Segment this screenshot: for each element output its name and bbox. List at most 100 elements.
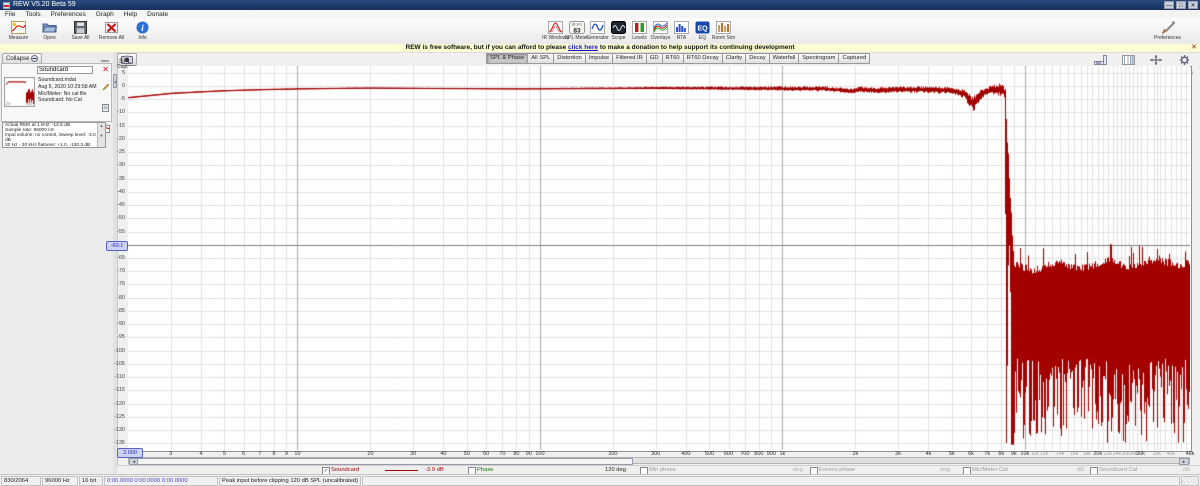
remove-all-icon xyxy=(104,20,119,34)
toolbar-button-ir-windows[interactable]: IR Windows xyxy=(545,18,566,43)
rew-window: REW V5.20 Beta 59 — □ ✕ FileToolsPrefere… xyxy=(0,0,1200,486)
status-cells: 830/206496000 Hz16 bit xyxy=(0,475,103,486)
titlebar: REW V5.20 Beta 59 — □ ✕ xyxy=(0,0,1200,10)
legend-label-min-phase[interactable]: Min phase xyxy=(649,467,676,473)
toolbar-button-generator[interactable]: Generator xyxy=(587,18,608,43)
tab-all-spl[interactable]: All SPL xyxy=(528,53,554,64)
toolbar-button-spl-meter[interactable]: dB SPL83SPL Meter xyxy=(566,18,587,43)
tab-clarity[interactable]: Clarity xyxy=(723,53,746,64)
resize-grip[interactable] xyxy=(1181,476,1199,486)
y-axis-tick: -70 xyxy=(101,268,125,274)
toolbar-left-group: MeasureOpen Save All Remove AlliInfo xyxy=(3,18,158,43)
measurement-name-input[interactable] xyxy=(37,66,93,74)
cursor-x-readout: 2.000 xyxy=(117,448,143,458)
y-axis-tick: -25 xyxy=(101,149,125,155)
scope-icon xyxy=(611,20,626,34)
status-cell-1: 96000 Hz xyxy=(42,476,78,486)
tab-spectrogram[interactable]: Spectrogram xyxy=(799,53,839,64)
tab-decay[interactable]: Decay xyxy=(746,53,769,64)
toolbar-button-scope[interactable]: Scope xyxy=(608,18,629,43)
banner-close-icon[interactable]: ✕ xyxy=(1191,44,1197,52)
legend-value-phase: 120 deg xyxy=(605,467,626,473)
toolbar-button-rta[interactable]: RTA xyxy=(671,18,692,43)
measurement-soundcard-cal: Soundcard: No Cal xyxy=(38,97,98,104)
y-axis-tick: -135 xyxy=(101,440,125,446)
y-axis-tick: 5 xyxy=(101,70,125,76)
tab-distortion[interactable]: Distortion xyxy=(554,53,585,64)
y-axis-tick: -115 xyxy=(101,387,125,393)
menu-item-donate[interactable]: Donate xyxy=(142,11,173,18)
menu-item-tools[interactable]: Tools xyxy=(20,11,45,18)
measurement-info-box: Actual RMS at 1 kHz: -12.5 dBSample rate… xyxy=(2,122,106,148)
toolbar-right-group: Preferences xyxy=(1152,18,1183,43)
measurement-mic-cal: Mic/Meter: No cal file xyxy=(38,91,98,98)
donate-link[interactable]: click here xyxy=(568,44,598,51)
toolbar-button-open[interactable]: Open xyxy=(34,18,65,43)
generator-icon xyxy=(590,20,605,34)
measurement-card[interactable]: ✕ Soundcard.mdat Aug 5, 2020 10:29:58 AM… xyxy=(1,63,112,122)
close-button[interactable]: ✕ xyxy=(1188,1,1198,9)
toolbar-button-label: Save All xyxy=(71,35,89,41)
scrollbar-thumb[interactable] xyxy=(137,458,633,465)
graph-h-scrollbar[interactable]: ◄ ► xyxy=(128,457,1190,464)
toolbar-button-label: Levels xyxy=(632,35,646,41)
y-axis-tick: -10 xyxy=(101,109,125,115)
tab-impulse[interactable]: Impulse xyxy=(586,53,613,64)
menu-item-file[interactable]: File xyxy=(0,11,20,18)
tab-waterfall[interactable]: Waterfall xyxy=(770,53,800,64)
toolbar-button-label: EQ xyxy=(699,35,706,41)
toolbar-button-info[interactable]: iInfo xyxy=(127,18,158,43)
measurement-details: Soundcard.mdat Aug 5, 2020 10:29:58 AM M… xyxy=(38,77,98,104)
window-buttons: — □ ✕ xyxy=(1164,1,1198,9)
info-line: 20 Hz - 20 kHz flatness: +1.0, -130.3 dB xyxy=(5,144,97,148)
status-cell-2: 16 bit xyxy=(79,476,103,486)
toolbar-button-save-all[interactable]: Save All xyxy=(65,18,96,43)
legend-value-mic-meter-cal: dB xyxy=(1077,467,1084,473)
menu-item-graph[interactable]: Graph xyxy=(91,11,119,18)
menu-item-preferences[interactable]: Preferences xyxy=(46,11,91,18)
y-axis-tick: -80 xyxy=(101,295,125,301)
status-cell-0: 830/2064 xyxy=(1,476,41,486)
tab-captured[interactable]: Captured xyxy=(839,53,870,64)
svg-text:EQ: EQ xyxy=(697,25,708,32)
toolbar-button-remove-all[interactable]: Remove All xyxy=(96,18,127,43)
y-axis-tick: -105 xyxy=(101,361,125,367)
scroll-right-icon[interactable]: ► xyxy=(1179,458,1189,465)
legend-label-soundcard-cal[interactable]: Soundcard Cal xyxy=(1099,467,1137,473)
measurement-info-lines: Actual RMS at 1 kHz: -12.5 dBSample rate… xyxy=(5,124,97,148)
tab-rt60-decay[interactable]: RT60 Decay xyxy=(684,53,723,64)
minimize-button[interactable]: — xyxy=(1164,1,1174,9)
status-timing: 0:00.0000 0:00.0000 0:00.0000 xyxy=(104,476,218,486)
tab-filtered-ir[interactable]: Filtered IR xyxy=(613,53,647,64)
legend-label-phase[interactable]: Phase xyxy=(477,467,493,473)
maximize-button[interactable]: □ xyxy=(1176,1,1186,9)
legend-label-soundcard[interactable]: Soundcard xyxy=(331,467,359,473)
measurement-thumbnail[interactable] xyxy=(4,77,35,107)
toolbar-button-eq[interactable]: EQ EQ xyxy=(692,18,713,43)
tab-spl-phase[interactable]: SPL & Phase xyxy=(486,53,528,64)
toolbar-button-room-sim[interactable]: Room Sim xyxy=(713,18,734,43)
legend-label-excess-phase[interactable]: Excess phase xyxy=(819,467,855,473)
toolbar-button-levels[interactable]: Levels xyxy=(629,18,650,43)
menu-item-help[interactable]: Help xyxy=(119,11,142,18)
toolbar-button-overlays[interactable]: Overlays xyxy=(650,18,671,43)
spl-chart-canvas[interactable] xyxy=(128,66,1190,450)
y-axis-tick: -35 xyxy=(101,176,125,182)
y-axis-tick: -20 xyxy=(101,136,125,142)
donation-banner-text-after: to make a donation to help support its c… xyxy=(598,44,794,51)
y-axis-tick: -15 xyxy=(101,123,125,129)
y-axis-tick: -100 xyxy=(101,348,125,354)
legend-label-mic-meter-cal[interactable]: Mic/Meter Cal xyxy=(972,467,1008,473)
legend-value-min-phase: deg xyxy=(793,467,803,473)
y-axis-tick: -65 xyxy=(101,255,125,261)
toolbar-button-measure[interactable]: Measure xyxy=(3,18,34,43)
measurement-sidebar: Collapse ✕ Soundcard.mdat Aug 5, 2020 10… xyxy=(0,52,114,474)
preferences-icon xyxy=(1160,20,1175,34)
tab-rt60[interactable]: RT60 xyxy=(663,53,684,64)
donation-banner: REW is free software, but if you can aff… xyxy=(0,44,1200,53)
toolbar-button-preferences[interactable]: Preferences xyxy=(1152,18,1183,43)
tab-gd[interactable]: GD xyxy=(647,53,663,64)
y-axis-tick: -75 xyxy=(101,281,125,287)
cursor-y-readout: -60.1 xyxy=(106,241,128,251)
y-axis-tick: -30 xyxy=(101,162,125,168)
